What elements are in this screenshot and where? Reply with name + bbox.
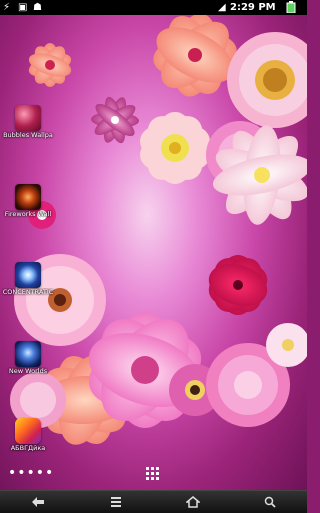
back-button[interactable] (18, 491, 58, 513)
search-button[interactable] (250, 491, 290, 513)
abvgdeika-app-icon (15, 418, 41, 444)
battery-icon (286, 0, 296, 15)
wifi-icon: ◢ (218, 2, 226, 13)
app-shortcut-fireworks-wallpaper[interactable]: Fireworks Wall (0, 184, 56, 219)
app-shortcut-bubbles-wallpaper[interactable]: Bubbles Wallpa (0, 105, 56, 140)
app-drawer-button[interactable] (146, 466, 160, 480)
flower (227, 32, 307, 128)
app-label: New Worlds (8, 367, 48, 375)
concentration-app-icon (15, 262, 41, 288)
flower (208, 255, 268, 315)
app-shortcut-abvgdeika[interactable]: АБВГДйка (0, 418, 56, 453)
back-icon (32, 496, 44, 507)
home-button[interactable] (173, 491, 213, 513)
android-debug-icon: ☗ (33, 2, 42, 13)
menu-icon (111, 496, 121, 507)
app-shortcut-new-worlds[interactable]: New Worlds (0, 341, 56, 376)
app-label: Fireworks Wall (4, 210, 52, 218)
status-time: 2:29 PM (230, 2, 276, 13)
flower (28, 43, 72, 87)
app-label: Bubbles Wallpa (3, 131, 53, 139)
status-bar: ⚡ ▣ ☗ ◢ 2:29 PM (0, 0, 307, 15)
home-icon (184, 495, 202, 508)
fireworks-app-icon (15, 184, 41, 210)
grid-icon (146, 467, 159, 480)
navigation-bar (0, 490, 307, 513)
app-label: CONCENTRATIC (2, 288, 54, 296)
app-label: АБВГДйка (10, 444, 46, 452)
sd-card-icon: ▣ (18, 2, 28, 13)
flower (91, 96, 139, 144)
page-indicator: ••••• (8, 465, 55, 481)
flower (140, 112, 210, 184)
new-worlds-app-icon (15, 341, 41, 367)
menu-button[interactable] (96, 491, 136, 513)
usb-icon: ⚡ (3, 2, 11, 13)
bubbles-app-icon (15, 105, 41, 131)
app-shortcut-concentration[interactable]: CONCENTRATIC (0, 262, 56, 297)
search-icon (264, 496, 276, 508)
